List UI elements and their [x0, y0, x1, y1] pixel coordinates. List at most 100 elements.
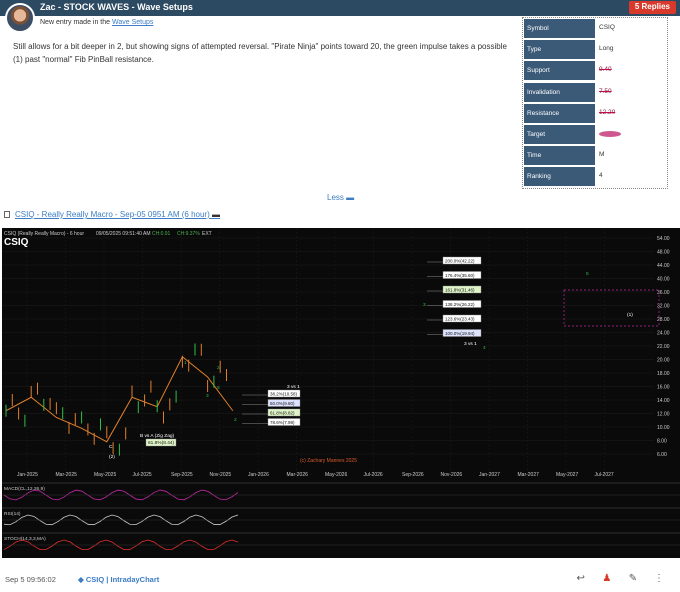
setup-row-type: Type Long: [523, 39, 667, 61]
more-icon[interactable]: ⋮: [652, 573, 666, 584]
reply-icon[interactable]: ↩: [574, 573, 588, 584]
x-tick-label: Jul-2026: [364, 472, 383, 478]
y-tick-label: 12.00: [657, 412, 670, 418]
panel-label: RSI(14): [4, 511, 21, 517]
y-tick-label: 16.00: [657, 385, 670, 391]
setup-key: Resistance: [524, 103, 595, 123]
y-tick-label: 54.00: [657, 236, 670, 242]
setup-value: 7.50: [599, 87, 612, 95]
y-tick-label: 22.00: [657, 344, 670, 350]
wave-setups-link[interactable]: Wave Setups: [112, 19, 153, 26]
x-tick-label: May-2027: [556, 472, 578, 478]
wave-label: 2: [234, 417, 237, 423]
x-tick-label: May-2026: [325, 472, 347, 478]
timestamp: Sep 5 09:56:02: [5, 575, 56, 584]
x-tick-label: Jan-2025: [17, 472, 38, 478]
tag-chart[interactable]: IntradayChart: [111, 575, 160, 584]
setup-key: Type: [524, 40, 595, 60]
y-tick-label: 10.00: [657, 425, 670, 431]
setup-row-resistance: Resistance 12.20: [523, 103, 667, 124]
x-tick-label: Nov-2025: [210, 472, 232, 478]
y-tick-label: 24.00: [657, 331, 670, 337]
trash-icon[interactable]: [4, 211, 10, 218]
price-line: [5, 355, 234, 443]
watermark: (c) Zachary Mannes 2025: [300, 458, 357, 464]
fib-label: 138.2%(26.22): [445, 302, 475, 307]
scribble-mark: [599, 130, 621, 137]
less-toggle[interactable]: Less ▬: [327, 193, 354, 202]
edit-icon[interactable]: ✎: [626, 573, 640, 584]
setup-key: Support: [524, 61, 595, 81]
entry-line: New entry made in the Wave Setups: [40, 19, 153, 26]
wave-label: 1: [184, 360, 187, 366]
wave-label: 4: [483, 345, 486, 351]
post-title[interactable]: Zac - STOCK WAVES - Wave Setups: [40, 2, 193, 12]
fib-label-lower: 78.6%(7.98): [270, 420, 295, 425]
wave-label: 5: [586, 271, 589, 277]
setup-key: Target: [524, 124, 595, 144]
setup-key: Invalidation: [524, 82, 595, 102]
tag-symbol[interactable]: CSIQ: [86, 575, 104, 584]
chart-header-value: CH:9.37%: [177, 231, 200, 237]
post-header: Zac - STOCK WAVES - Wave Setups 5 Replie…: [0, 0, 680, 16]
collapse-icon: ▬: [346, 193, 355, 202]
setup-key: Ranking: [524, 167, 595, 187]
fib-label: 100.0%(19.94): [445, 331, 475, 336]
chart-header-value: CH:0.91: [152, 231, 171, 237]
fib-label: 200.0%(42.22): [445, 259, 475, 264]
x-tick-label: Nov-2026: [441, 472, 463, 478]
post-footer: Sep 5 09:56:02 ◆ CSIQ | IntradayChart ↩ …: [0, 570, 680, 590]
target-zone: [563, 289, 660, 327]
less-label: Less: [327, 193, 344, 202]
x-tick-label: Sep-2025: [171, 472, 193, 478]
wave-label: 3: [423, 302, 426, 308]
replies-button[interactable]: 5 Replies: [628, 1, 676, 14]
chart-title: CSIQ: [4, 237, 29, 248]
setup-value: 4: [599, 172, 603, 180]
setup-row-time: Time M: [523, 145, 667, 167]
y-tick-label: 44.00: [657, 263, 670, 269]
x-tick-label: Mar-2025: [56, 472, 78, 478]
fib-label: 161.8%(31.46): [445, 288, 475, 293]
chart-svg: 54.0048.0044.0040.0036.0032.0028.0024.00…: [2, 228, 680, 551]
footer-actions: ↩ ♟ ✎ ⋮: [564, 573, 666, 584]
wave-label: (2): [109, 454, 115, 460]
x-tick-label: Jan-2026: [248, 472, 269, 478]
tag-icon: ◆: [78, 575, 84, 584]
avatar[interactable]: [5, 3, 35, 33]
entry-prefix: New entry made in the: [40, 19, 111, 26]
setup-row-target: Target: [523, 124, 667, 146]
stock-chart[interactable]: 54.00 48.00 44.00 40.00 36.00 32.00 28.00 24.00…: [2, 228, 680, 558]
setup-value: 9.40: [599, 66, 612, 74]
wave-label: 3: [206, 393, 209, 399]
y-tick-label: 8.00: [657, 439, 667, 445]
y-tick-label: 14.00: [657, 398, 670, 404]
y-tick-label: 20.00: [657, 358, 670, 364]
wave-label: C: [109, 444, 113, 450]
x-tick-label: Mar-2027: [518, 472, 540, 478]
setup-value: 12.20: [599, 108, 616, 116]
collapse-chart-icon[interactable]: ▬: [212, 210, 220, 219]
x-tick-label: May-2025: [94, 472, 116, 478]
x-tick-label: Jul-2025: [133, 472, 152, 478]
setup-row-support: Support 9.40: [523, 60, 667, 82]
wave-label: 3 vs 1: [464, 341, 477, 347]
fib-label-lower: 61.8%(8.82): [270, 411, 295, 416]
setup-row-ranking: Ranking 4: [523, 166, 667, 188]
fib-label: 123.6%(23.43): [445, 317, 475, 322]
y-tick-label: 40.00: [657, 277, 670, 283]
add-user-icon[interactable]: ♟: [600, 573, 614, 584]
wave-label: 61.8%(8.44): [148, 440, 175, 446]
setup-key: Symbol: [524, 19, 595, 38]
wave-label: 5: [217, 385, 220, 391]
chart-link-label[interactable]: CSIQ - Really Really Macro - Sep-05 0951…: [15, 210, 210, 219]
tags: ◆ CSIQ | IntradayChart: [78, 575, 160, 584]
y-tick-label: 18.00: [657, 371, 670, 377]
chart-header-value: EXT: [202, 231, 212, 237]
wave-label: 2: [217, 365, 220, 371]
wave-label: (1): [627, 312, 633, 318]
post-body: Still allows for a bit deeper in 2, but …: [13, 42, 507, 64]
fib-label-lower: 38.2%(10.58): [270, 392, 298, 397]
x-tick-label: Sep-2026: [402, 472, 424, 478]
chart-link[interactable]: CSIQ - Really Really Macro - Sep-05 0951…: [4, 210, 220, 219]
